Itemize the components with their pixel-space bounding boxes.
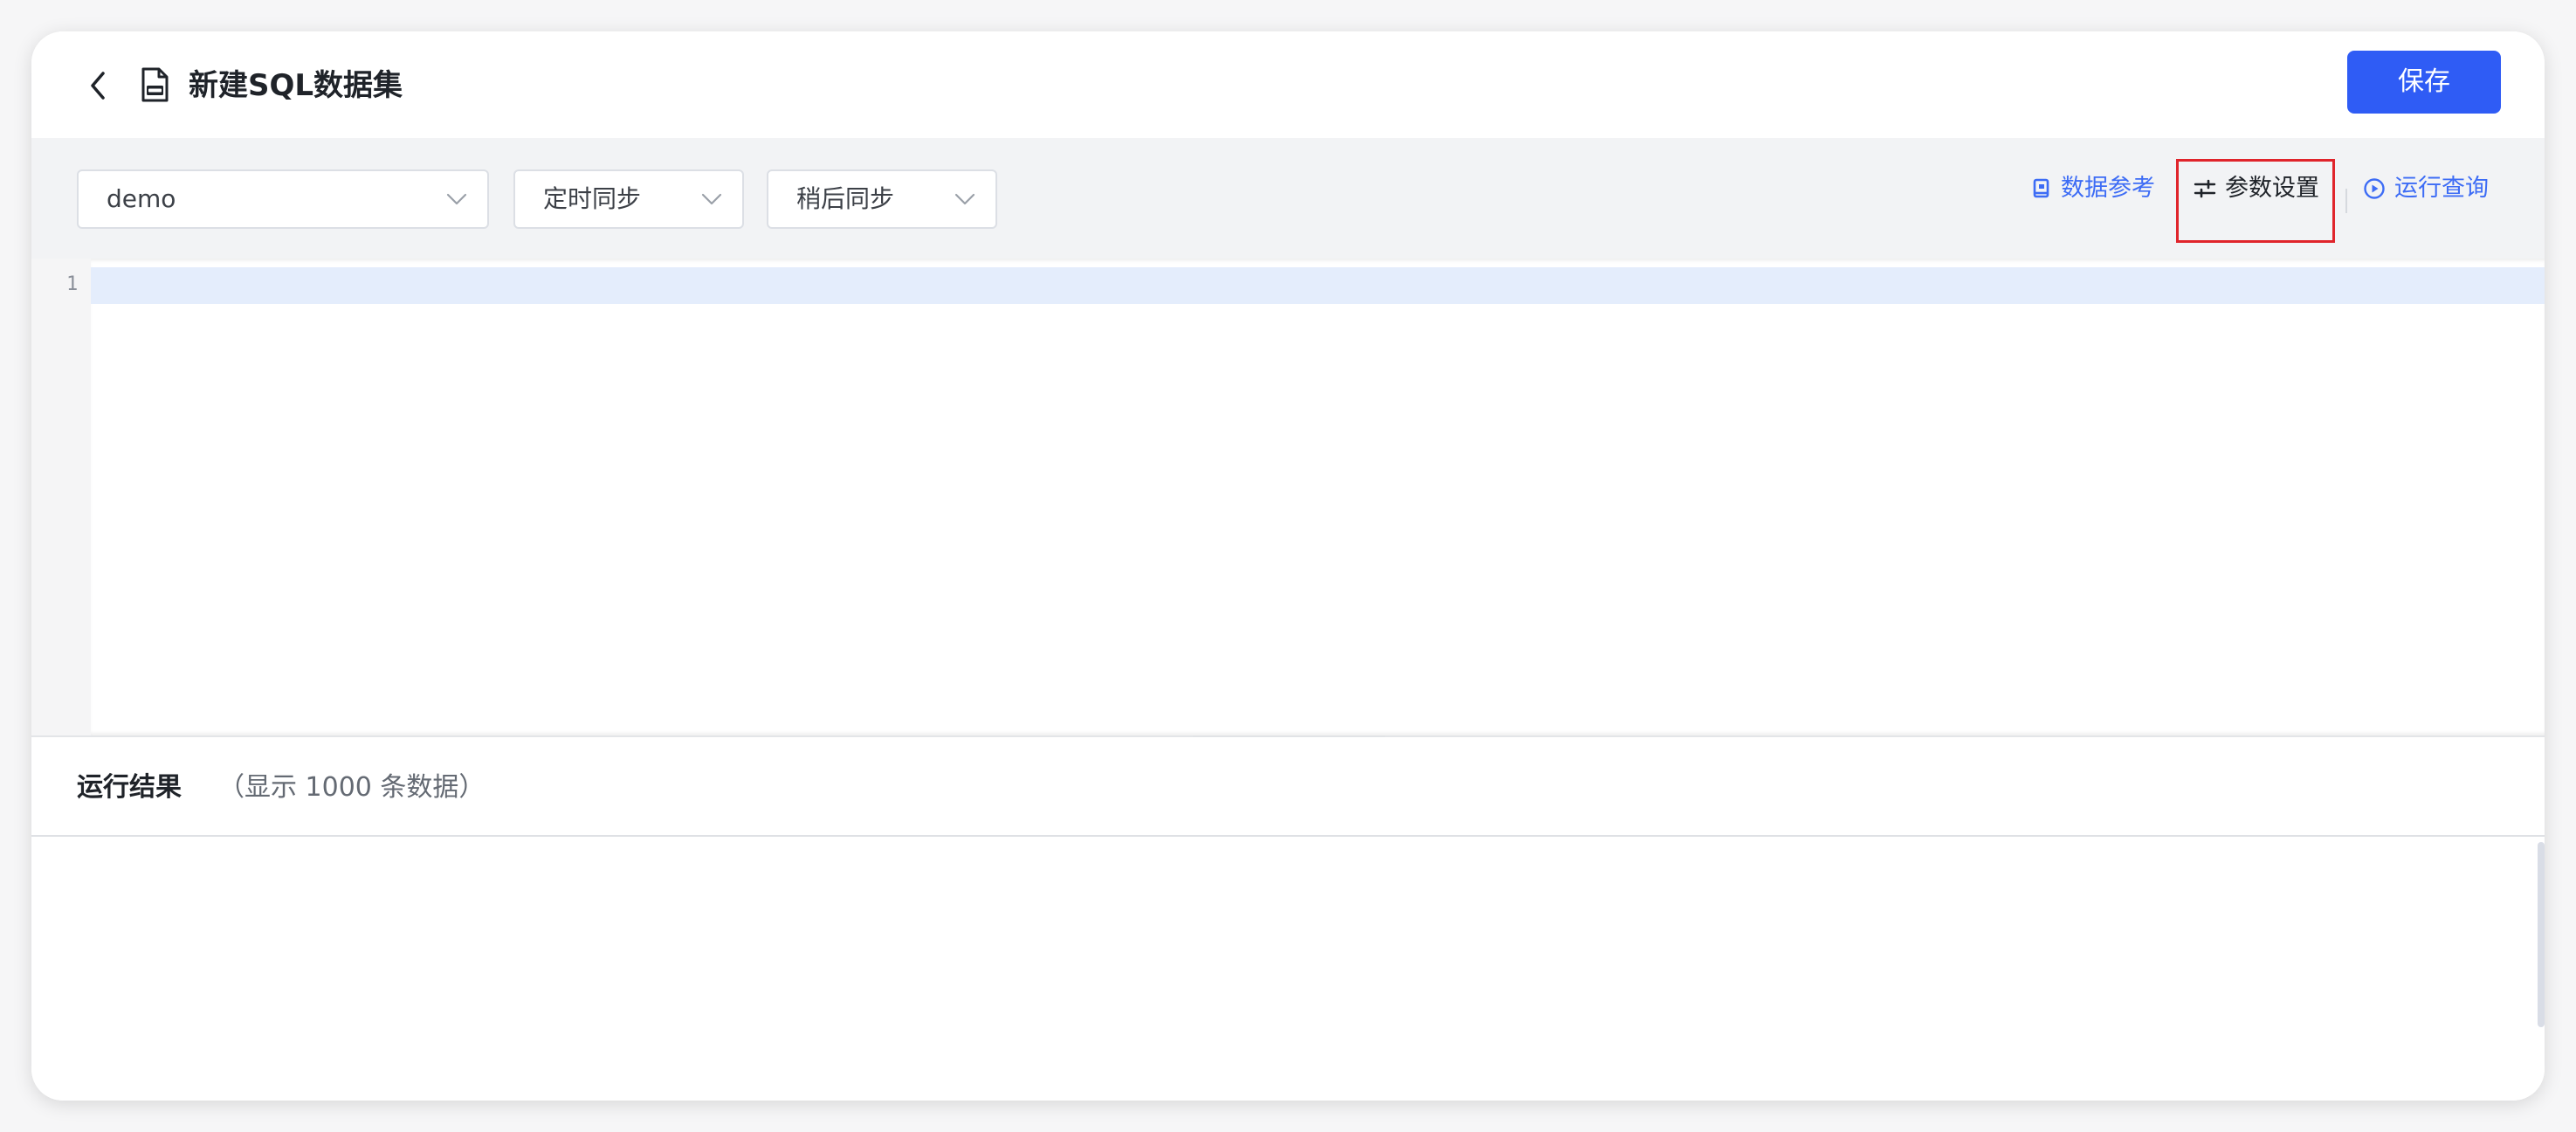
sync-time-select-value: 稍后同步 [796, 184, 895, 213]
chevron-left-icon [91, 72, 105, 100]
toolbar-divider [2345, 189, 2347, 213]
active-line-highlight [91, 267, 2545, 304]
results-scrollbar[interactable] [2538, 842, 2545, 1027]
line-number: 1 [66, 273, 79, 295]
run-query-label: 运行查询 [2394, 175, 2489, 202]
chevron-down-icon [954, 193, 975, 205]
results-title: 运行结果 [77, 772, 182, 803]
code-input-area[interactable] [91, 259, 2545, 735]
datasource-select-value: demo [107, 184, 176, 213]
parameter-settings-button[interactable]: 参数设置 [2194, 171, 2319, 206]
results-row-limit-note: （显示 1000 条数据） [218, 772, 486, 803]
sync-time-select[interactable]: 稍后同步 [767, 169, 997, 229]
play-circle-icon [2364, 178, 2385, 199]
chevron-down-icon [446, 193, 467, 205]
back-button[interactable] [77, 65, 119, 107]
dataset-editor-window: 新建SQL数据集 保存 demo 定时同步 稍后同步 数据参考 参数设置 运行查… [31, 31, 2545, 1101]
datasource-select[interactable]: demo [77, 169, 489, 229]
chevron-down-icon [701, 193, 722, 205]
editor-toolbar: demo 定时同步 稍后同步 数据参考 参数设置 运行查询 [31, 138, 2545, 259]
data-reference-button[interactable]: 数据参考 [2031, 171, 2155, 206]
book-icon [2033, 178, 2049, 198]
results-header: 运行结果 （显示 1000 条数据） [31, 737, 2545, 837]
sync-mode-select-value: 定时同步 [543, 184, 642, 213]
sql-file-icon [138, 66, 171, 103]
line-number-gutter: 1 [31, 259, 91, 735]
sliders-icon [2194, 179, 2216, 198]
save-button[interactable]: 保存 [2347, 51, 2501, 114]
sync-mode-select[interactable]: 定时同步 [513, 169, 744, 229]
parameter-settings-label: 参数设置 [2225, 175, 2319, 202]
page-header: 新建SQL数据集 保存 [31, 31, 2545, 138]
sql-editor[interactable]: 1 [31, 259, 2545, 735]
page-title: 新建SQL数据集 [189, 68, 403, 103]
data-reference-label: 数据参考 [2061, 175, 2155, 202]
results-panel [31, 837, 2545, 1101]
run-query-button[interactable]: 运行查询 [2363, 171, 2489, 206]
